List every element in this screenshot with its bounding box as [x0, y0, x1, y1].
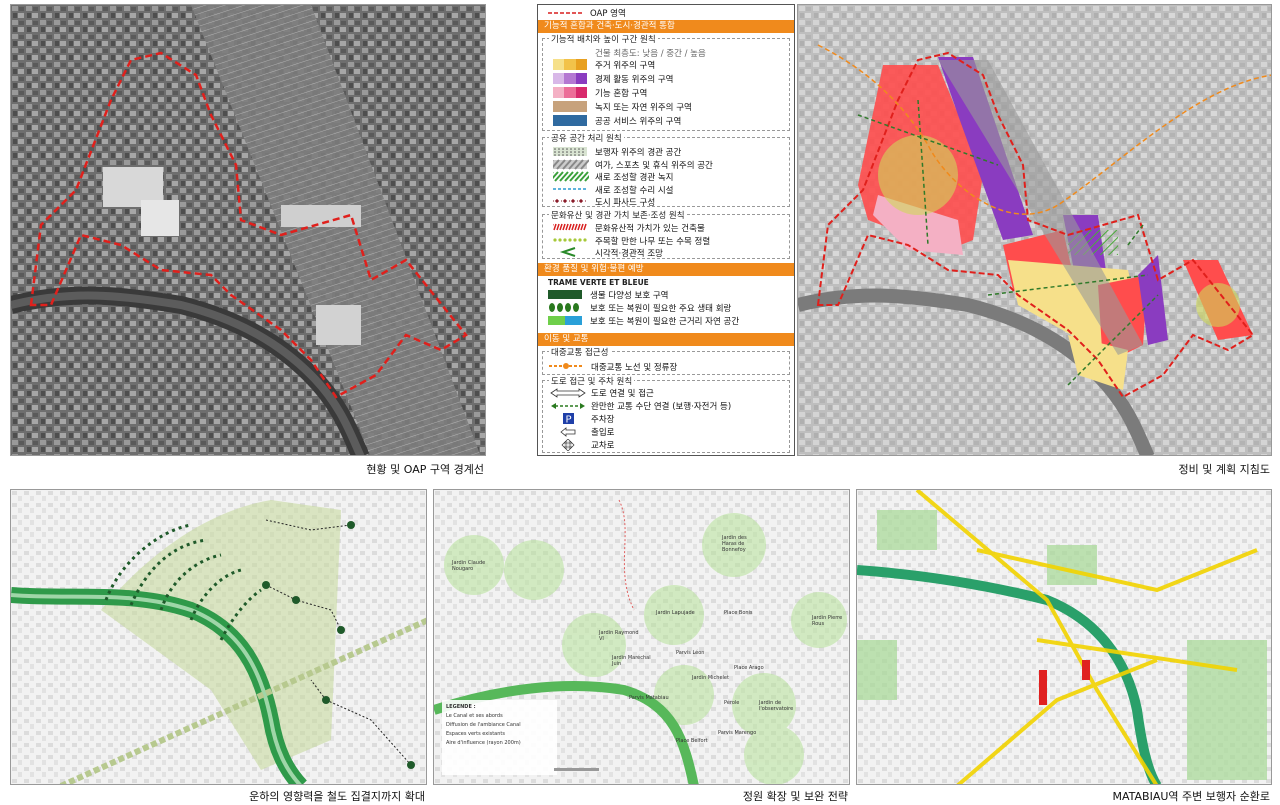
function-label: 공공 서비스 위주의 구역	[595, 117, 682, 127]
entrance-arrow-icon	[560, 427, 576, 437]
road-label: 주차장	[591, 415, 615, 425]
green-dashed-arrow-icon	[551, 403, 585, 409]
function-swatch	[553, 101, 587, 112]
svg-text:P: P	[566, 415, 572, 426]
transit-section: 대중교통 접근성 대중교통 노선 및 정류장	[542, 346, 790, 375]
height-note: 건물 최층도: 낮음 / 중간 / 높음	[595, 49, 706, 59]
shared-section: 공유 공간 처리 원칙 보행자 위주의 경관 공간여가, 스포츠 및 휴식 위주…	[542, 132, 790, 208]
garden-label: Jardin de l'observatoire	[759, 700, 794, 712]
garden-label: Place Arago	[734, 665, 764, 671]
function-swatch	[553, 115, 587, 126]
function-label: 기능 혼합 구역	[595, 89, 648, 99]
garden-legend-item: Le Canal et ses abords	[446, 713, 503, 719]
dark-green-icon	[548, 290, 582, 299]
dots-green-icon	[553, 237, 587, 242]
garden-label: Jardin des Haras de Bonnefoy	[722, 535, 747, 553]
function-swatch	[553, 59, 587, 70]
dash-blue-icon	[553, 187, 587, 190]
diamond-red-icon	[553, 198, 587, 204]
caption-bottom-middle: 정원 확장 및 보완 전략	[742, 790, 848, 803]
garden-label: Jardin Pierre Rous	[812, 615, 843, 627]
hatch-grey-icon	[553, 158, 589, 170]
canal-influence-svg	[11, 490, 426, 784]
heritage-label: 시각적·경관적 조망	[595, 249, 663, 259]
garden-strategy-map: LEGENDE : Le Canal et ses abords Diffusio…	[433, 489, 850, 785]
function-label: 경제 활동 위주의 구역	[595, 75, 674, 85]
road-label: 출입로	[591, 428, 615, 438]
caption-bottom-right: MATABIAU역 주변 보행자 순환로	[1112, 790, 1271, 803]
dots-icon	[553, 147, 587, 156]
trame-title: TRAME VERTE ET BLEUE	[548, 278, 649, 287]
function-swatch	[553, 73, 587, 84]
caption-top-left: 현황 및 OAP 구역 경계선	[366, 463, 484, 476]
hatch-green-icon	[553, 171, 589, 182]
trame-label: 보호 또는 복원이 필요한 주요 생태 회랑	[590, 304, 732, 314]
transit-title: 대중교통 접근성	[549, 346, 611, 358]
parking-icon: P	[563, 413, 574, 426]
garden-legend-item: Aire d'influence (rayon 200m)	[446, 740, 521, 746]
function-swatch	[553, 87, 587, 98]
caption-top-right: 정비 및 계획 지침도	[1178, 463, 1270, 476]
section2-bar: 환경 품질 및 위험·불편 예방	[538, 263, 794, 276]
trame-label: 생물 다양성 보호 구역	[590, 291, 669, 301]
road-label: 완만한 교통 수단 연결 (보행·자전거 등)	[591, 402, 732, 412]
garden-label: Jardin Lapujade	[656, 610, 695, 616]
road-section: 도로 접근 및 주차 원칙 도로 연결 및 접근완만한 교통 수단 연결 (보행…	[542, 375, 790, 453]
road-label: 도로 연결 및 접근	[591, 389, 654, 399]
heritage-label: 주목할 만한 나무 또는 수목 정렬	[595, 236, 711, 247]
shared-label: 새로 조성할 수리 시설	[595, 185, 674, 196]
garden-label: Jardin Claude Nougaro	[452, 560, 486, 572]
garden-legend-item: Espaces verts existants	[446, 731, 505, 737]
shared-title: 공유 공간 처리 원칙	[549, 132, 624, 144]
shared-label: 여가, 스포츠 및 휴식 위주의 공간	[595, 160, 713, 171]
garden-legend-item: Diffusion de l'ambiance Canal	[446, 722, 521, 728]
transit-label: 대중교통 노선 및 정류장	[591, 363, 678, 373]
garden-legend-box: LEGENDE : Le Canal et ses abords Diffusio…	[446, 703, 521, 748]
shared-label: 보행자 위주의 경관 공간	[595, 148, 682, 158]
aerial-oap-map	[10, 4, 486, 456]
pedestrian-loop-svg	[857, 490, 1271, 784]
garden-label: Place Bonis	[724, 610, 753, 616]
garden-label: Parvis Marengo	[718, 730, 757, 736]
garden-legend-title: LEGENDE :	[446, 704, 476, 710]
view-icon	[559, 247, 576, 257]
planning-map-svg	[798, 5, 1271, 455]
section1-bar: 기능적 혼합과 건축·도시·경관적 통합	[538, 20, 794, 33]
garden-label: Place Belfort	[676, 738, 708, 744]
heritage-section: 문화유산 및 경관 가치 보존·조성 원칙 문화유산적 가치가 있는 건축물주목…	[542, 209, 790, 259]
functions-title: 기능적 배치와 높이 구간 원칙	[549, 33, 658, 45]
pedestrian-loop-map	[856, 489, 1272, 785]
shared-label: 도시 파사드 구성	[595, 198, 656, 208]
canal-influence-map	[10, 489, 427, 785]
road-title: 도로 접근 및 주차 원칙	[549, 375, 635, 387]
ovals-icon	[549, 303, 579, 312]
garden-label: Jardin Michelet	[692, 675, 729, 681]
green-blue-icon	[548, 316, 582, 325]
garden-label: Jardin Raymond VI	[599, 630, 639, 642]
heritage-title: 문화유산 및 경관 가치 보존·조성 원칙	[549, 209, 687, 221]
functions-section: 기능적 배치와 높이 구간 원칙 건물 최층도: 낮음 / 중간 / 높음 주거…	[542, 33, 790, 131]
road-label: 교차로	[591, 441, 615, 451]
garden-label: Pérole	[724, 700, 740, 706]
double-arrow-icon	[550, 388, 586, 398]
function-label: 녹지 또는 자연 위주의 구역	[595, 103, 692, 113]
function-label: 주거 위주의 구역	[595, 61, 656, 71]
oap-label: OAP 영역	[590, 9, 626, 19]
hatch-red-icon	[553, 223, 587, 231]
garden-label: Parvis Matabiau	[629, 695, 669, 701]
garden-label: Jardin Maréchal Juin	[612, 655, 651, 667]
transit-line-icon	[549, 363, 583, 369]
caption-bottom-left: 운하의 영향력을 철도 집결지까지 확대	[249, 790, 425, 803]
shared-label: 새로 조성할 경관 녹지	[595, 173, 674, 183]
trame-section: TRAME VERTE ET BLEUE 생물 다양성 보호 구역보호 또는 복…	[538, 278, 794, 330]
crossroad-icon	[561, 439, 575, 451]
planning-map	[797, 4, 1272, 456]
heritage-label: 문화유산적 가치가 있는 건축물	[595, 224, 705, 234]
aerial-photo	[11, 5, 485, 455]
section3-bar: 이동 및 교통	[538, 333, 794, 346]
garden-label: Parvis Léon	[676, 650, 705, 656]
legend-panel: OAP 영역 기능적 혼합과 건축·도시·경관적 통합 기능적 배치와 높이 구…	[537, 4, 795, 456]
trame-label: 보호 또는 복원이 필요한 근거리 자연 공간	[590, 317, 740, 327]
